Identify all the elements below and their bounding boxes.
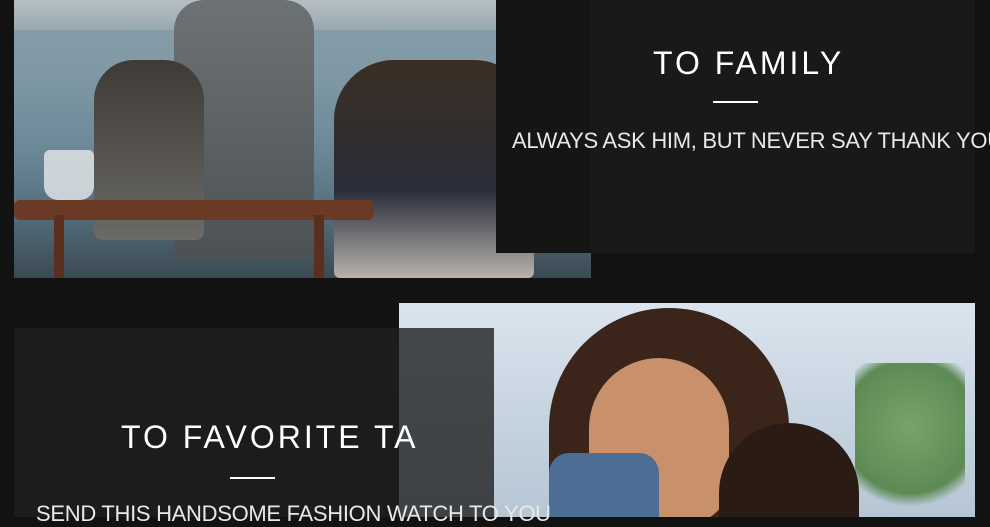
section-text: SEND THIS HANDSOME FASHION WATCH TO YOU — [36, 501, 551, 526]
glass-jug — [44, 150, 94, 200]
heading-divider — [713, 101, 758, 103]
table-leg — [54, 215, 64, 278]
heading-divider — [230, 477, 275, 479]
denim-jacket — [549, 453, 659, 517]
tree — [855, 363, 965, 517]
section-heading: TO FAMILY — [653, 45, 845, 81]
table-leg — [314, 215, 324, 278]
panel-overlay — [496, 0, 591, 253]
section-text: ALWAYS ASK HIM, BUT NEVER SAY THANK YOU. — [512, 128, 990, 153]
section-heading: TO FAVORITE TA — [121, 419, 419, 455]
